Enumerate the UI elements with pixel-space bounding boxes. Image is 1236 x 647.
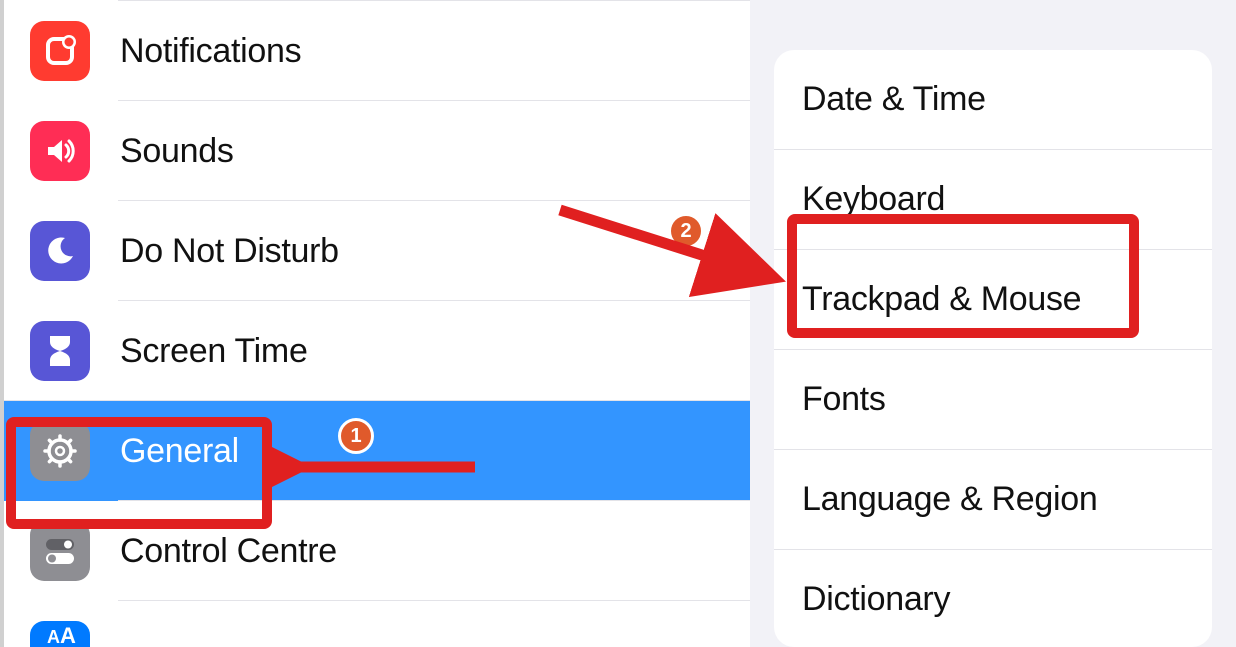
sidebar-item-general[interactable]: General xyxy=(4,401,750,501)
general-settings-list: Date & Time Keyboard Trackpad & Mouse Fo… xyxy=(774,50,1212,647)
detail-item-fonts[interactable]: Fonts xyxy=(774,350,1212,450)
sidebar-item-screen-time[interactable]: Screen Time xyxy=(4,301,750,401)
sidebar-item-notifications[interactable]: Notifications xyxy=(4,1,750,101)
sidebar-group-1: Notifications Sounds xyxy=(4,1,750,401)
annotation-badge-1: 1 xyxy=(338,418,374,454)
notifications-icon xyxy=(30,21,90,81)
badge-text: 1 xyxy=(350,425,361,448)
detail-item-language-region[interactable]: Language & Region xyxy=(774,450,1212,550)
sidebar-item-display-brightness[interactable]: A A Display & Brightness xyxy=(4,601,750,647)
sidebar-item-label: Notifications xyxy=(120,32,301,71)
badge-text: 2 xyxy=(680,220,691,243)
sidebar-item-label: Control Centre xyxy=(120,532,337,571)
sidebar-group-2: General Control Centre xyxy=(4,401,750,647)
detail-item-label: Fonts xyxy=(802,380,886,418)
sidebar-item-control-centre[interactable]: Control Centre xyxy=(4,501,750,601)
detail-item-label: Dictionary xyxy=(802,580,950,618)
settings-split-view: Notifications Sounds xyxy=(0,0,1236,647)
detail-item-label: Language & Region xyxy=(802,480,1098,518)
sidebar-item-label: Do Not Disturb xyxy=(120,232,339,271)
sidebar-item-label: General xyxy=(120,432,239,471)
gear-icon xyxy=(30,421,90,481)
detail-item-label: Keyboard xyxy=(802,180,945,218)
detail-item-keyboard[interactable]: Keyboard xyxy=(774,150,1212,250)
detail-item-date-time[interactable]: Date & Time xyxy=(774,50,1212,150)
detail-item-label: Date & Time xyxy=(802,80,986,118)
svg-text:A: A xyxy=(60,627,76,647)
detail-item-label: Trackpad & Mouse xyxy=(802,280,1081,318)
hourglass-icon xyxy=(30,321,90,381)
detail-item-dictionary[interactable]: Dictionary xyxy=(774,550,1212,647)
settings-sidebar: Notifications Sounds xyxy=(0,0,750,647)
sidebar-item-label: Screen Time xyxy=(120,332,308,371)
detail-item-trackpad-mouse[interactable]: Trackpad & Mouse xyxy=(774,250,1212,350)
annotation-badge-2: 2 xyxy=(668,213,704,249)
toggles-icon xyxy=(30,521,90,581)
detail-panel: Date & Time Keyboard Trackpad & Mouse Fo… xyxy=(750,0,1236,647)
sidebar-item-label: Sounds xyxy=(120,132,234,171)
sun-text-icon: A A xyxy=(30,621,90,647)
sidebar-item-do-not-disturb[interactable]: Do Not Disturb xyxy=(4,201,750,301)
sidebar-item-sounds[interactable]: Sounds xyxy=(4,101,750,201)
sounds-icon xyxy=(30,121,90,181)
svg-text:A: A xyxy=(47,627,60,647)
moon-icon xyxy=(30,221,90,281)
